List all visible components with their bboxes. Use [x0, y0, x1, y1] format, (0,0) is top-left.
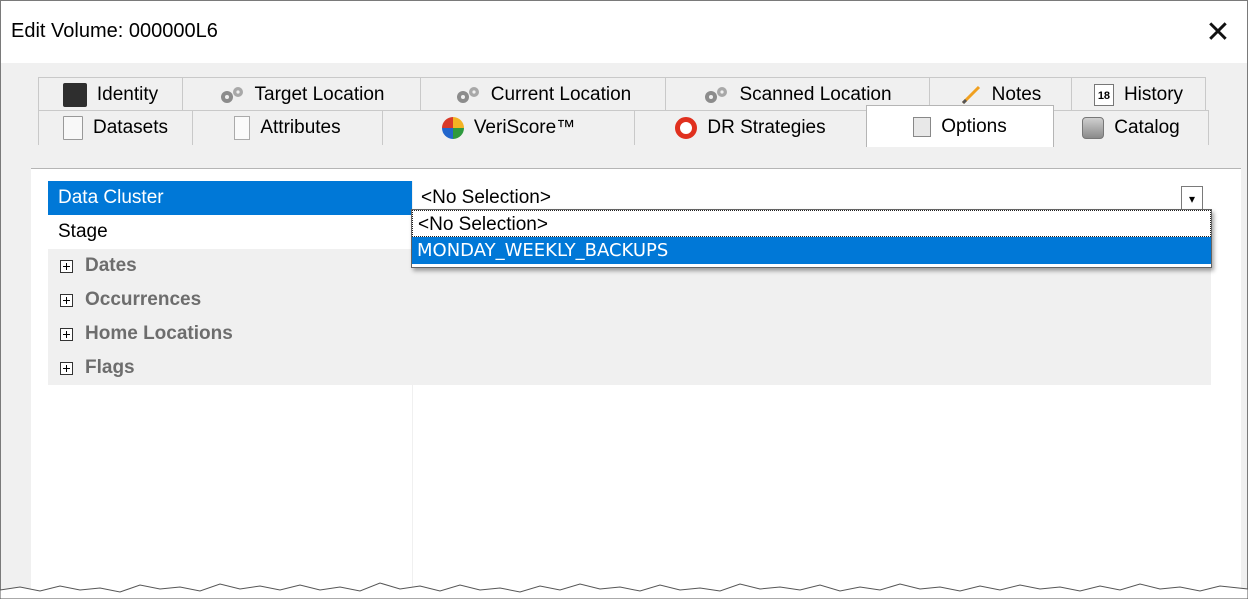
property-name-data-cluster[interactable]: Data Cluster	[48, 181, 412, 215]
tab-label: VeriScore™	[473, 117, 576, 138]
dropdown-option-monday-weekly-backups[interactable]: MONDAY_WEEKLY_BACKUPS	[412, 237, 1211, 264]
expand-icon[interactable]	[60, 327, 73, 341]
category-flags[interactable]: Flags	[48, 351, 1211, 385]
tab-identity[interactable]: Identity	[38, 77, 183, 112]
attributes-icon	[234, 116, 251, 140]
tab-attributes[interactable]: Attributes	[192, 110, 383, 145]
pencil-icon	[961, 85, 980, 105]
torn-edge-decoration	[0, 582, 1248, 599]
tab-options[interactable]: Options	[866, 105, 1054, 147]
cogs-icon	[220, 87, 243, 103]
category-label: Flags	[85, 357, 135, 378]
tab-dr-strategies[interactable]: DR Strategies	[634, 110, 867, 145]
data-cluster-dropdown-list: <No Selection> MONDAY_WEEKLY_BACKUPS	[411, 209, 1212, 268]
tab-history[interactable]: 18 History	[1071, 77, 1206, 112]
tab-label: Catalog	[1114, 117, 1180, 138]
tab-label: Identity	[96, 84, 159, 105]
expand-icon[interactable]	[60, 259, 73, 273]
dialog-body: Identity Target Location Current Locatio…	[1, 63, 1247, 598]
edit-volume-window: Edit Volume: 000000L6 ✕ Identity Target …	[0, 0, 1248, 599]
lifebuoy-icon	[675, 117, 698, 139]
category-label: Dates	[85, 255, 137, 276]
close-icon[interactable]: ✕	[1189, 1, 1247, 63]
chevron-down-icon: ▾	[1188, 192, 1196, 206]
tab-row-2: Datasets Attributes VeriScore™ DR Strate…	[38, 105, 1209, 147]
tab-label: Current Location	[490, 84, 632, 105]
title-bar: Edit Volume: 000000L6 ✕	[1, 1, 1247, 63]
document-icon	[63, 116, 83, 140]
window-title: Edit Volume: 000000L6	[11, 20, 218, 42]
cogs-icon	[705, 87, 728, 103]
calendar-icon: 18	[1093, 84, 1114, 106]
tab-label: Datasets	[93, 117, 168, 138]
cogs-icon	[456, 87, 479, 103]
tab-veriscore[interactable]: VeriScore™	[382, 110, 635, 145]
tab-catalog[interactable]: Catalog	[1053, 110, 1209, 145]
catalog-icon	[1082, 117, 1105, 139]
expand-icon[interactable]	[60, 361, 73, 375]
tab-label: History	[1123, 84, 1184, 105]
property-categories: Dates Occurrences Home Locations Flags	[48, 249, 1211, 385]
tab-label: Scanned Location	[739, 84, 892, 105]
category-home-locations[interactable]: Home Locations	[48, 317, 1211, 351]
tab-label: Options	[941, 115, 1007, 137]
tab-label: Target Location	[254, 84, 385, 105]
tab-label: Notes	[991, 84, 1042, 105]
tab-target-location[interactable]: Target Location	[182, 77, 421, 112]
tab-label: DR Strategies	[707, 117, 826, 138]
options-icon	[913, 116, 932, 137]
tab-datasets[interactable]: Datasets	[38, 110, 193, 145]
category-label: Home Locations	[85, 323, 233, 344]
tab-label: Attributes	[260, 117, 341, 138]
dropdown-option-no-selection[interactable]: <No Selection>	[412, 210, 1211, 237]
veriscore-icon	[441, 117, 464, 139]
category-label: Occurrences	[85, 289, 202, 310]
category-occurrences[interactable]: Occurrences	[48, 283, 1211, 317]
tab-current-location[interactable]: Current Location	[420, 77, 666, 112]
identity-icon	[62, 83, 87, 107]
property-name-stage[interactable]: Stage	[48, 215, 412, 249]
expand-icon[interactable]	[60, 293, 73, 307]
